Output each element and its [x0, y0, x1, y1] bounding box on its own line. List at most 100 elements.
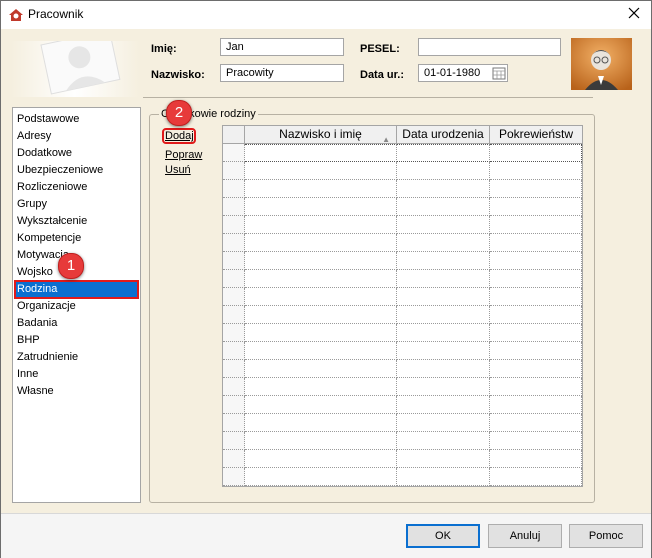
row-indicator-cell[interactable]: [223, 252, 245, 270]
column-header-birth-date[interactable]: Data urodzenia: [397, 126, 490, 143]
table-cell[interactable]: [397, 414, 490, 432]
table-cell[interactable]: [490, 216, 582, 234]
table-cell[interactable]: [245, 324, 397, 342]
table-cell[interactable]: [397, 306, 490, 324]
table-cell[interactable]: [397, 216, 490, 234]
table-row[interactable]: [223, 432, 582, 450]
sidebar-item-wykształcenie[interactable]: Wykształcenie: [15, 213, 138, 230]
table-row[interactable]: [223, 198, 582, 216]
table-cell[interactable]: [245, 216, 397, 234]
row-indicator-cell[interactable]: [223, 234, 245, 252]
table-cell[interactable]: [245, 360, 397, 378]
row-indicator-cell[interactable]: [223, 360, 245, 378]
table-cell[interactable]: [490, 288, 582, 306]
row-indicator-cell[interactable]: [223, 396, 245, 414]
table-cell[interactable]: [490, 468, 582, 486]
table-cell[interactable]: [397, 396, 490, 414]
sidebar-item-dodatkowe[interactable]: Dodatkowe: [15, 145, 138, 162]
table-row[interactable]: [223, 342, 582, 360]
pesel-field[interactable]: [418, 38, 561, 56]
sidebar-item-inne[interactable]: Inne: [15, 366, 138, 383]
table-row[interactable]: [223, 144, 582, 162]
table-cell[interactable]: [245, 396, 397, 414]
table-cell[interactable]: [397, 144, 490, 162]
row-indicator-cell[interactable]: [223, 450, 245, 468]
table-cell[interactable]: [490, 270, 582, 288]
table-cell[interactable]: [397, 270, 490, 288]
table-row[interactable]: [223, 216, 582, 234]
table-cell[interactable]: [490, 252, 582, 270]
sidebar-item-rozliczeniowe[interactable]: Rozliczeniowe: [15, 179, 138, 196]
column-header-relation[interactable]: Pokrewieństw: [490, 126, 582, 143]
first-name-field[interactable]: Jan: [220, 38, 344, 56]
table-row[interactable]: [223, 324, 582, 342]
table-row[interactable]: [223, 234, 582, 252]
row-indicator-cell[interactable]: [223, 216, 245, 234]
table-cell[interactable]: [397, 198, 490, 216]
table-row[interactable]: [223, 396, 582, 414]
table-cell[interactable]: [245, 234, 397, 252]
table-cell[interactable]: [490, 180, 582, 198]
table-cell[interactable]: [245, 180, 397, 198]
cancel-button[interactable]: Anuluj: [488, 524, 562, 548]
edit-link[interactable]: Popraw: [165, 149, 202, 161]
row-indicator-cell[interactable]: [223, 432, 245, 450]
sidebar-item-badania[interactable]: Badania: [15, 315, 138, 332]
row-indicator-cell[interactable]: [223, 144, 245, 162]
table-row[interactable]: [223, 306, 582, 324]
row-indicator-cell[interactable]: [223, 414, 245, 432]
row-indicator-cell[interactable]: [223, 288, 245, 306]
table-cell[interactable]: [245, 450, 397, 468]
table-cell[interactable]: [397, 234, 490, 252]
table-cell[interactable]: [245, 252, 397, 270]
column-header-name[interactable]: Nazwisko i imię ▲: [245, 126, 397, 144]
table-cell[interactable]: [397, 432, 490, 450]
table-cell[interactable]: [490, 396, 582, 414]
row-indicator-cell[interactable]: [223, 378, 245, 396]
table-cell[interactable]: [245, 414, 397, 432]
sidebar-item-adresy[interactable]: Adresy: [15, 128, 138, 145]
table-row[interactable]: [223, 180, 582, 198]
row-indicator-cell[interactable]: [223, 468, 245, 486]
table-cell[interactable]: [245, 288, 397, 306]
table-cell[interactable]: [490, 324, 582, 342]
table-row[interactable]: [223, 468, 582, 486]
table-row[interactable]: [223, 288, 582, 306]
last-name-field[interactable]: Pracowity: [220, 64, 344, 82]
table-cell[interactable]: [490, 342, 582, 360]
sidebar-item-grupy[interactable]: Grupy: [15, 196, 138, 213]
table-cell[interactable]: [245, 162, 397, 180]
table-cell[interactable]: [397, 450, 490, 468]
table-cell[interactable]: [490, 432, 582, 450]
table-cell[interactable]: [397, 180, 490, 198]
row-indicator-cell[interactable]: [223, 198, 245, 216]
row-indicator-cell[interactable]: [223, 324, 245, 342]
table-cell[interactable]: [245, 144, 397, 162]
sidebar-item-rodzina[interactable]: Rodzina: [14, 280, 139, 299]
table-row[interactable]: [223, 162, 582, 180]
table-cell[interactable]: [245, 468, 397, 486]
table-cell[interactable]: [490, 234, 582, 252]
table-cell[interactable]: [397, 342, 490, 360]
table-cell[interactable]: [490, 360, 582, 378]
sidebar-item-organizacje[interactable]: Organizacje: [15, 298, 138, 315]
table-row[interactable]: [223, 378, 582, 396]
table-cell[interactable]: [490, 450, 582, 468]
table-cell[interactable]: [245, 378, 397, 396]
sidebar-item-kompetencje[interactable]: Kompetencje: [15, 230, 138, 247]
table-row[interactable]: [223, 450, 582, 468]
table-cell[interactable]: [245, 198, 397, 216]
row-indicator-cell[interactable]: [223, 162, 245, 180]
table-cell[interactable]: [490, 378, 582, 396]
close-button[interactable]: [625, 6, 643, 24]
sidebar-item-zatrudnienie[interactable]: Zatrudnienie: [15, 349, 138, 366]
row-indicator-cell[interactable]: [223, 270, 245, 288]
table-cell[interactable]: [245, 306, 397, 324]
delete-link[interactable]: Usuń: [165, 164, 191, 176]
table-cell[interactable]: [397, 324, 490, 342]
table-row[interactable]: [223, 252, 582, 270]
table-cell[interactable]: [490, 144, 582, 162]
family-members-table[interactable]: Nazwisko i imię ▲ Data urodzenia Pokrewi…: [222, 125, 583, 487]
row-indicator-cell[interactable]: [223, 180, 245, 198]
table-cell[interactable]: [397, 360, 490, 378]
